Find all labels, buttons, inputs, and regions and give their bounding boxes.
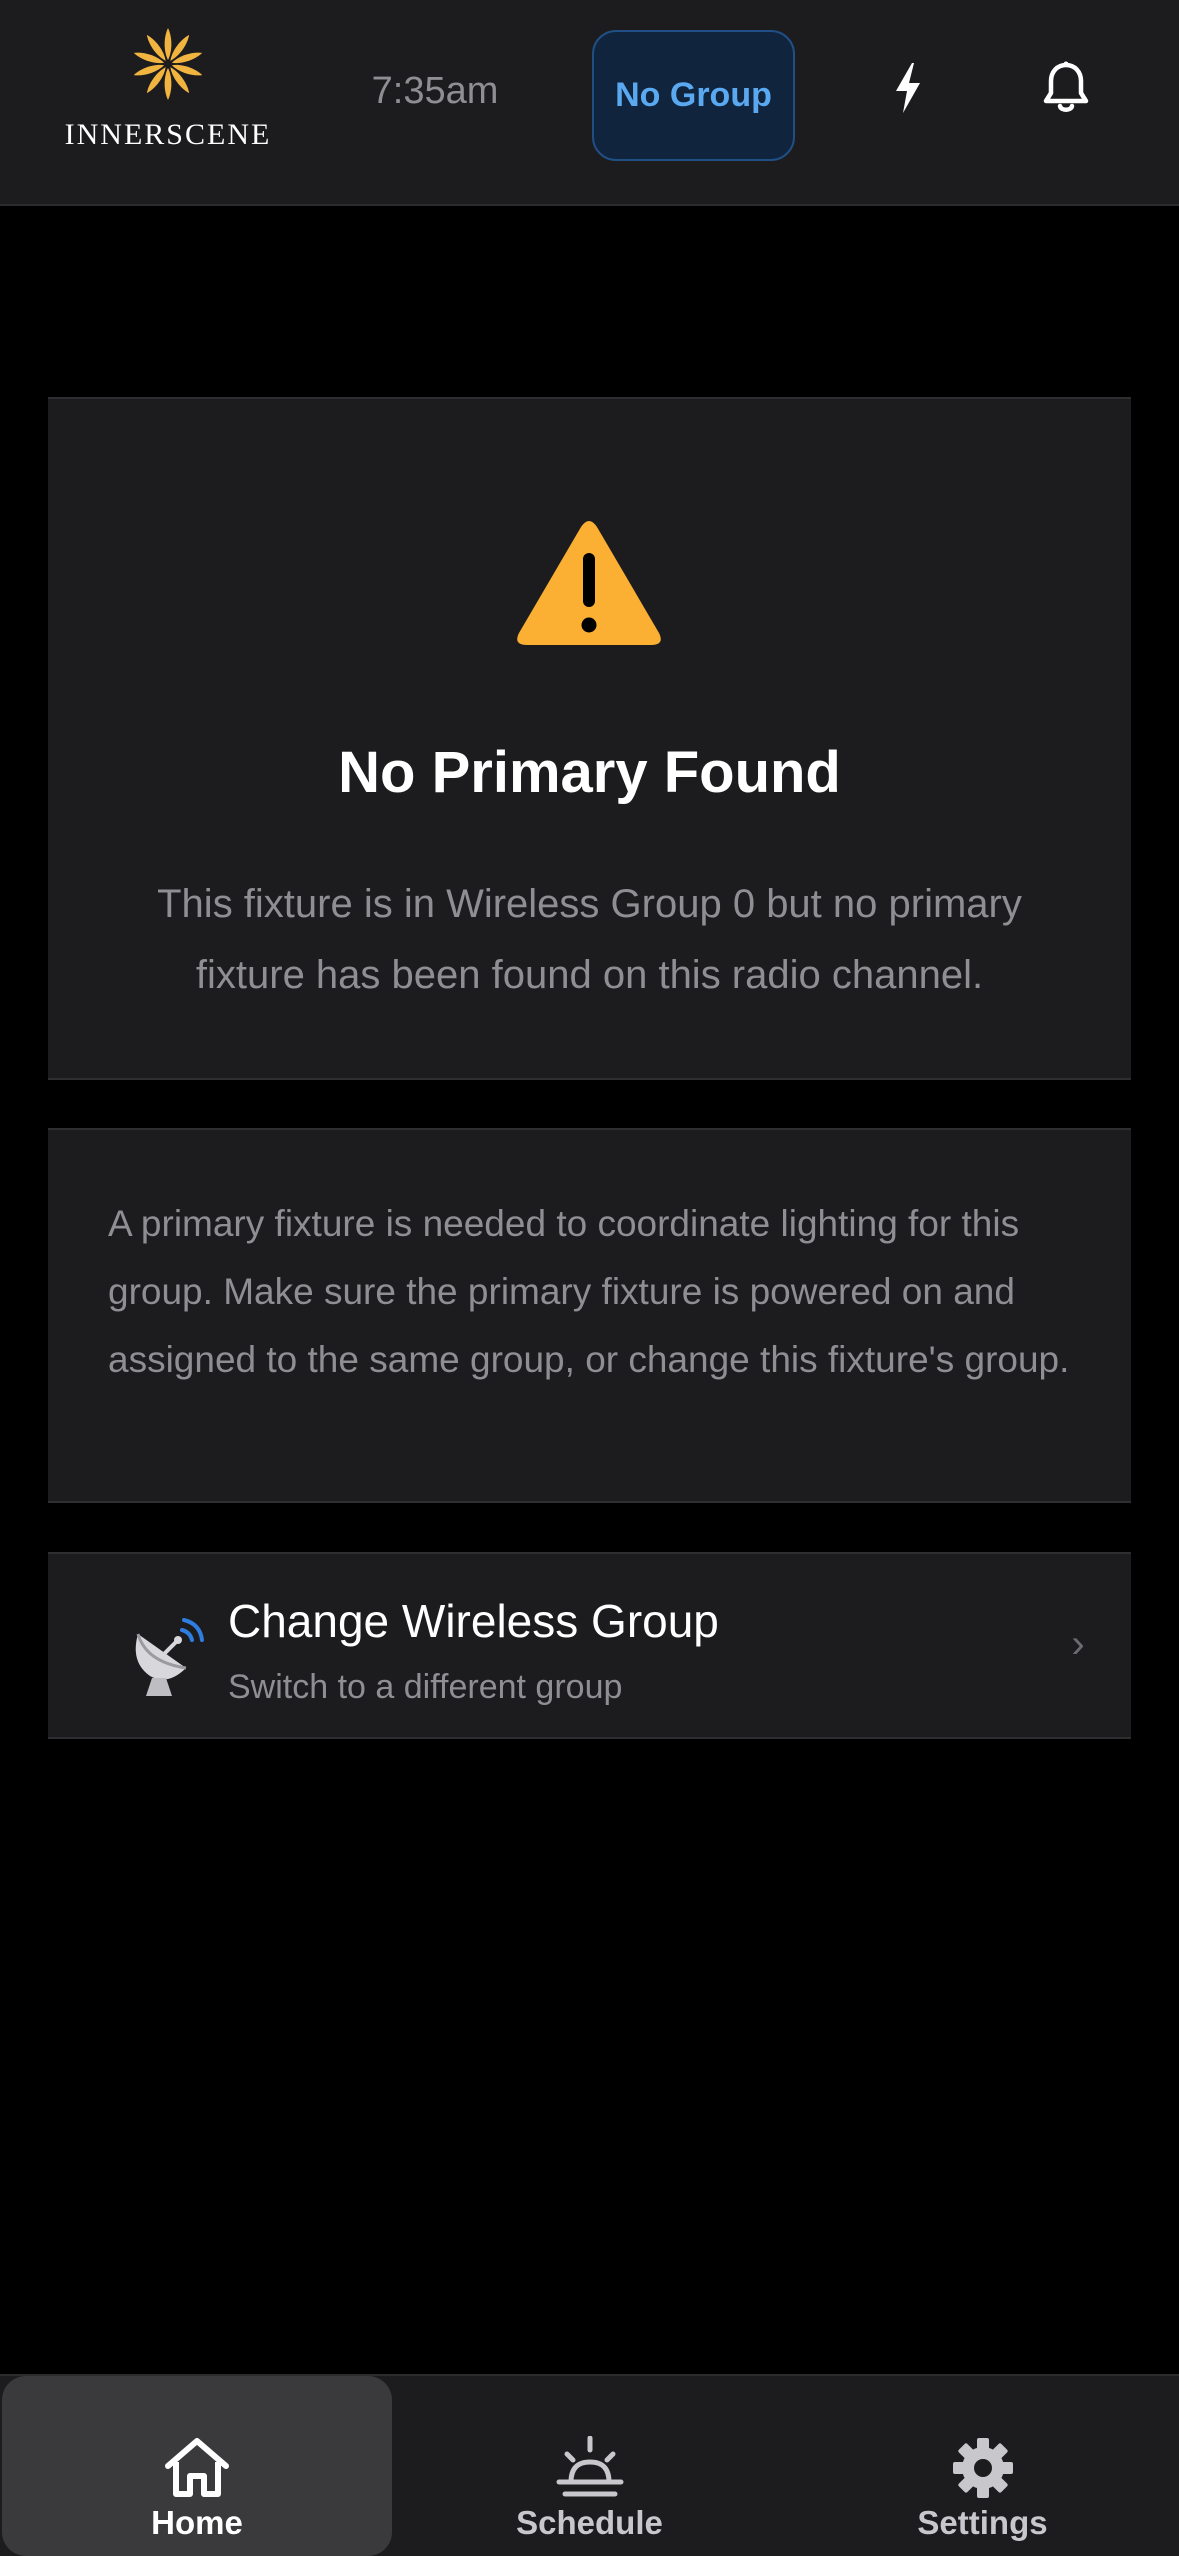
bolt-icon — [896, 63, 920, 113]
sunrise-icon — [556, 2436, 623, 2497]
tab-home[interactable]: Home — [2, 2376, 392, 2556]
clock-time: 7:35am — [371, 70, 499, 112]
warning-title: No Primary Found — [338, 740, 841, 805]
tab-home-label: Home — [151, 2504, 243, 2541]
info-text: A primary fixture is needed to coordinat… — [108, 1203, 1070, 1380]
tab-schedule-label: Schedule — [516, 2504, 663, 2541]
innerscene-logo: INNERSCENE — [55, 24, 281, 154]
no-primary-warning-card: No Primary Found This fixture is in Wire… — [48, 397, 1131, 1080]
bell-icon — [1043, 61, 1089, 112]
sunburst-logo-icon — [133, 28, 203, 100]
bottom-tab-bar: Home Schedule Settings — [0, 2374, 1179, 2556]
warning-triangle-icon — [517, 521, 661, 645]
group-selector-button[interactable]: No Group — [592, 30, 795, 161]
tab-settings-label: Settings — [917, 2504, 1048, 2541]
chevron-right-icon: › — [1071, 1622, 1085, 1666]
notifications-button[interactable] — [1034, 56, 1098, 120]
app-screen: INNERSCENE 7:35am No Group No Primary Fo… — [0, 0, 1179, 2556]
warning-message: This fixture is in Wireless Group 0 but … — [157, 882, 1022, 997]
group-selector-label: No Group — [615, 76, 772, 114]
power-button[interactable] — [876, 56, 940, 120]
logo-wordmark: INNERSCENE — [64, 118, 272, 151]
action-title: Change Wireless Group — [228, 1595, 719, 1647]
home-icon — [165, 2438, 229, 2497]
satellite-dish-icon — [135, 1618, 204, 1696]
change-wireless-group-row[interactable]: Change Wireless Group Switch to a differ… — [48, 1552, 1131, 1739]
top-bar: INNERSCENE 7:35am No Group — [0, 0, 1179, 206]
tab-settings[interactable]: Settings — [786, 2376, 1179, 2556]
gear-icon — [952, 2438, 1013, 2498]
primary-info-card: A primary fixture is needed to coordinat… — [48, 1128, 1131, 1503]
action-subtitle: Switch to a different group — [228, 1668, 623, 1706]
tab-schedule[interactable]: Schedule — [393, 2376, 786, 2556]
